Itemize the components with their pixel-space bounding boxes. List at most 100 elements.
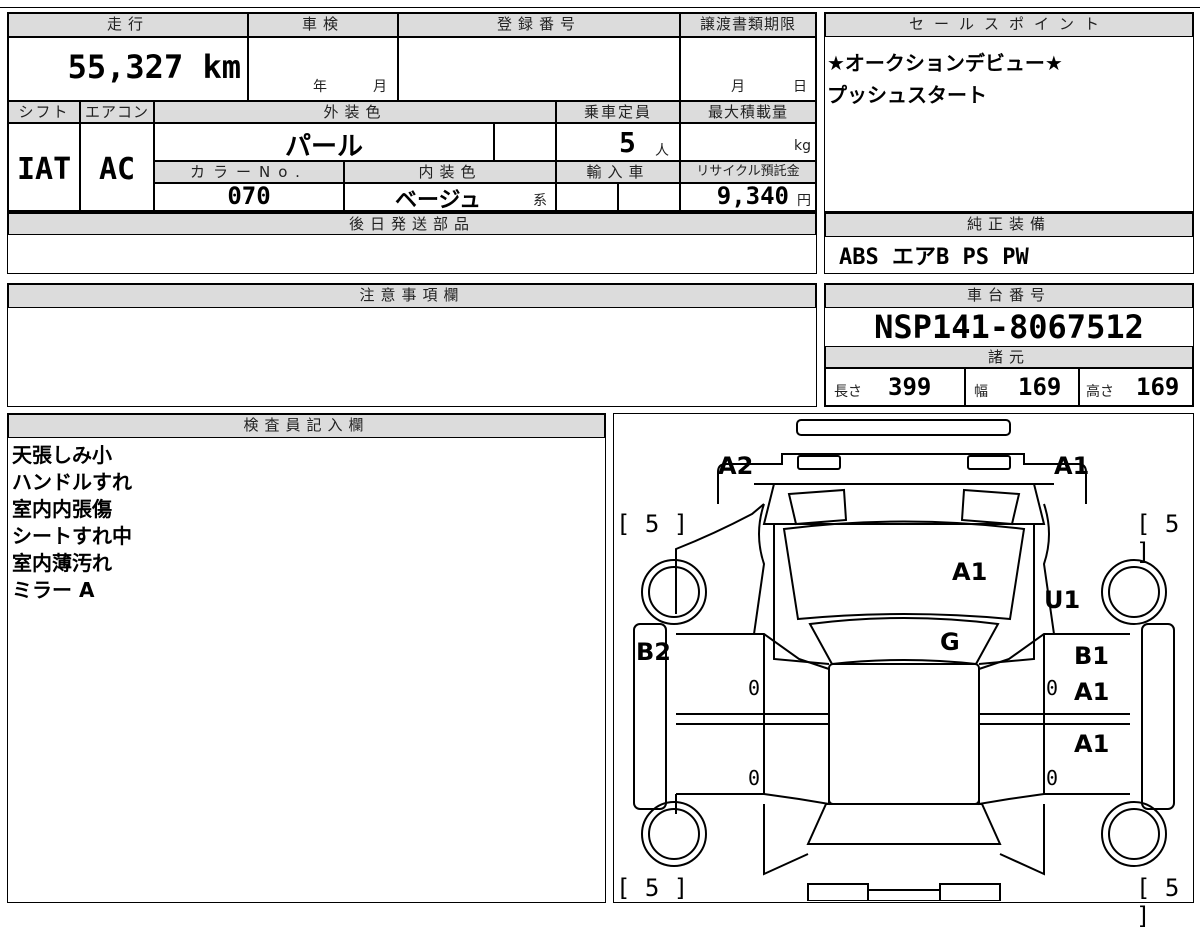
chassis-header: 車台番号 <box>825 284 1193 308</box>
left-front-fender <box>676 503 766 635</box>
registration-header: 登録番号 <box>398 13 680 37</box>
mark-front-right-fender: U1 <box>1044 586 1081 614</box>
recycle-value: 9,340 <box>716 182 789 210</box>
import-cell-b <box>618 183 680 211</box>
rear-bumper-right <box>939 883 1001 901</box>
shift-header: シフト <box>8 101 80 123</box>
mark-right-rear-door: A1 <box>1074 730 1110 758</box>
inspector-note: 室内薄汚れ <box>12 551 112 575</box>
windshield <box>808 617 1000 666</box>
front-body <box>717 453 1087 504</box>
mileage-cell: 55,327 km <box>8 37 248 101</box>
sales-point-box: セールスポイント ★オークションデビュー★ プッシュスタート <box>824 12 1194 212</box>
deferred-parts-box: 後日発送部品 <box>7 212 817 274</box>
inspection-month: 月 <box>373 79 387 95</box>
exterior-header: 外装色 <box>154 101 556 123</box>
door-zero: 0 <box>748 676 761 700</box>
roof <box>828 663 980 805</box>
vent-left <box>787 488 848 526</box>
transfer-header: 譲渡書類期限 <box>680 13 816 37</box>
color-no-cell: 070 <box>154 182 344 211</box>
spec-height-value: 169 <box>1136 373 1180 401</box>
vent-right <box>960 488 1021 526</box>
mark-windshield: G <box>940 628 960 656</box>
mark-left-front-door: B2 <box>636 638 671 666</box>
exterior-cell: パール <box>154 123 494 162</box>
inspection-cell: 年 月 <box>248 37 398 101</box>
capacity-header: 乗車定員 <box>556 101 680 123</box>
headlight-right <box>967 455 1011 470</box>
rear-window <box>806 803 1002 845</box>
load-cell: kg <box>680 123 816 161</box>
genuine-equipment-header: 純正装備 <box>825 213 1193 237</box>
front-right-wheel <box>1101 559 1167 625</box>
exterior-extra-cell <box>494 123 556 161</box>
car-diagram-box: A2 A1 A1 U1 G B2 B1 A1 A1 [ 5 ] [ 5 ] [ … <box>613 413 1194 930</box>
vehicle-info-table: 走行 車検 登録番号 譲渡書類期限 55,327 km 年 月 月 日 シフト … <box>7 12 817 213</box>
transfer-cell: 月 日 <box>680 37 816 101</box>
chassis-value: NSP141-8067512 <box>874 308 1144 346</box>
spec-width-value: 169 <box>1018 373 1062 401</box>
right-side-skirt <box>1141 623 1175 810</box>
inspector-note: ミラー A <box>12 578 95 602</box>
mileage-value: 55,327 km <box>67 48 241 86</box>
mark-right-front-door-2: A1 <box>1074 678 1110 706</box>
inspector-notes: 天張しみ小 ハンドルすれ 室内内張傷 シートすれ中 室内薄汚れ ミラー A <box>12 442 132 604</box>
color-no-value: 070 <box>227 182 271 210</box>
interior-suffix: 系 <box>533 193 547 209</box>
rear-bumper-center <box>867 889 941 901</box>
tire-front-left: [ 5 ] <box>616 510 689 538</box>
sales-point-header: セールスポイント <box>825 13 1193 37</box>
recycle-unit: 円 <box>797 193 811 209</box>
hood <box>782 520 1026 621</box>
load-unit: kg <box>794 138 811 154</box>
exterior-value: パール <box>284 132 363 162</box>
ac-value: AC <box>99 152 136 187</box>
tire-rear-left: [ 5 ] <box>616 874 689 902</box>
sales-point-line-2: プッシュスタート <box>827 83 987 107</box>
right-rear-quarter <box>999 804 1045 876</box>
inspector-note: シートすれ中 <box>12 524 132 548</box>
mileage-header: 走行 <box>8 13 248 37</box>
inspector-note: 天張しみ小 <box>12 443 112 467</box>
spec-height-label: 高さ <box>1086 384 1114 400</box>
inspection-header: 車検 <box>248 13 398 37</box>
sales-point-line-1: ★オークションデビュー★ <box>827 51 1063 75</box>
specs-header: 諸元 <box>825 346 1193 368</box>
spec-height: 高さ 169 <box>1079 368 1193 406</box>
capacity-unit: 人 <box>655 143 669 159</box>
interior-value: ベージュ <box>395 188 482 213</box>
spec-width-label: 幅 <box>974 384 988 400</box>
spec-length-value: 399 <box>888 373 932 401</box>
rear-left-wheel <box>641 801 707 867</box>
door-zero: 0 <box>748 766 761 790</box>
import-cell-a <box>556 183 618 211</box>
spec-length: 長さ 399 <box>825 368 965 406</box>
door-zero: 0 <box>1046 766 1059 790</box>
capacity-cell: 5 人 <box>556 123 680 161</box>
mark-right-front-door: B1 <box>1074 642 1109 670</box>
front-bumper-part <box>796 419 1011 436</box>
inspector-box: 検査員記入欄 天張しみ小 ハンドルすれ 室内内張傷 シートすれ中 室内薄汚れ ミ… <box>7 413 606 903</box>
ac-cell: AC <box>80 123 154 211</box>
rear-bumper-left <box>807 883 869 901</box>
ac-header: エアコン <box>80 101 154 123</box>
rear-right-wheel <box>1101 801 1167 867</box>
tire-front-right: [ 5 ] <box>1136 510 1180 566</box>
front-left-wheel <box>641 559 707 625</box>
chassis-box: 車台番号 NSP141-8067512 諸元 長さ 399 幅 169 高さ 1… <box>824 283 1194 407</box>
inspection-year: 年 <box>313 79 327 95</box>
top-strip <box>0 0 1200 8</box>
interior-cell: ベージュ 系 <box>344 183 556 213</box>
recycle-cell: 9,340 円 <box>680 182 816 211</box>
import-header: 輸入車 <box>556 161 680 183</box>
transfer-day: 日 <box>793 79 807 95</box>
inspector-header: 検査員記入欄 <box>8 414 605 438</box>
tire-rear-right: [ 5 ] <box>1136 874 1180 930</box>
genuine-equipment-value: ABS エアB PS PW <box>839 245 1029 270</box>
capacity-value: 5 <box>619 126 636 159</box>
registration-cell <box>398 37 680 101</box>
shift-cell: IAT <box>8 123 80 211</box>
caution-header: 注意事項欄 <box>8 284 816 308</box>
transfer-month: 月 <box>731 79 745 95</box>
